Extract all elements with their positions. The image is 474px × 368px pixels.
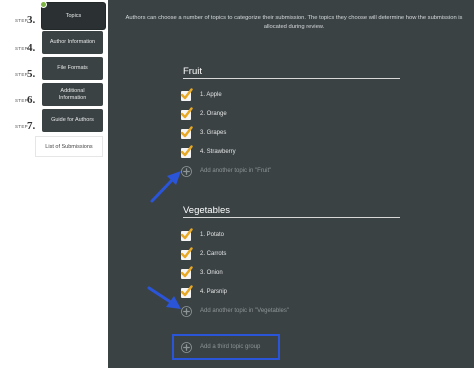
topic-label: 3. Grapes [200, 130, 227, 136]
topic-item[interactable]: 1. Apple [180, 88, 381, 104]
step-number: 5. [27, 68, 36, 80]
sidebar-step-guide-for-authors[interactable]: STEP 7. Guide for Authors [0, 109, 108, 133]
topic-item[interactable]: 3. Onion [180, 266, 381, 282]
annotation-arrow-icon [147, 286, 181, 309]
check-icon [180, 126, 193, 138]
checkbox[interactable] [180, 145, 193, 158]
topic-label: 3. Onion [200, 270, 223, 276]
topic-label: 4. Parsnip [200, 289, 228, 295]
group-divider [183, 78, 400, 79]
step-button-guide-for-authors[interactable]: Guide for Authors [42, 109, 103, 132]
topic-item[interactable]: 3. Grapes [180, 126, 381, 142]
add-topic-label: Add another topic in "Vegetables" [200, 308, 289, 314]
add-topic-fruit-button[interactable]: Add another topic in "Fruit" [181, 166, 401, 178]
check-icon [180, 107, 193, 119]
topic-label: 2. Carrots [200, 251, 227, 257]
step-word: STEP [15, 46, 28, 51]
step-number: 4. [27, 42, 36, 54]
check-icon [180, 266, 193, 278]
checkbox[interactable] [180, 107, 193, 120]
topics-panel: Authors can choose a number of topics to… [108, 0, 474, 368]
step-word: STEP [15, 124, 28, 129]
sidebar-step-additional-information[interactable]: STEP 6. Additional Information [0, 83, 108, 107]
checkbox[interactable] [180, 228, 193, 241]
topic-item[interactable]: 4. Parsnip [180, 285, 381, 301]
topic-item[interactable]: 2. Carrots [180, 247, 381, 263]
step-number: 6. [27, 94, 36, 106]
sidebar-step-file-formats[interactable]: STEP 5. File Formats [0, 57, 108, 81]
topic-item[interactable]: 1. Potato [180, 228, 381, 244]
checkbox[interactable] [180, 126, 193, 139]
check-icon [180, 145, 193, 157]
step-button-author-information[interactable]: Author Information [42, 31, 103, 54]
topic-item[interactable]: 4. Strawberry [180, 145, 381, 161]
plus-icon [181, 342, 192, 353]
topic-label: 1. Potato [200, 232, 225, 238]
step-word: STEP [15, 98, 28, 103]
intro-text: Authors can choose a number of topics to… [125, 15, 463, 30]
annotation-arrow-icon [150, 171, 181, 203]
checkbox[interactable] [180, 247, 193, 260]
step-button-additional-information[interactable]: Additional Information [42, 83, 103, 106]
step-button-topics[interactable]: Topics [42, 3, 105, 29]
add-topic-vegetables-button[interactable]: Add another topic in "Vegetables" [181, 306, 401, 318]
active-step-indicator [40, 1, 47, 8]
step-word: STEP [15, 72, 28, 77]
list-of-submissions-button[interactable]: List of Submissions [35, 136, 103, 157]
group-divider [183, 217, 400, 218]
step-button-file-formats[interactable]: File Formats [42, 57, 103, 80]
add-topic-label: Add another topic in "Fruit" [200, 168, 272, 174]
check-icon [180, 88, 193, 100]
group-title-fruit: Fruit [183, 66, 202, 77]
sidebar-step-author-information[interactable]: STEP 4. Author Information [0, 31, 108, 55]
check-icon [180, 247, 193, 259]
checkbox[interactable] [180, 266, 193, 279]
check-icon [180, 228, 193, 240]
group-title-vegetables: Vegetables [183, 205, 231, 216]
topic-label: 2. Orange [200, 111, 227, 117]
topic-label: 1. Apple [200, 92, 222, 98]
sidebar: STEP 3. Topics STEP 4. Author Informatio… [0, 0, 108, 368]
step-number: 7. [27, 120, 36, 132]
checkbox[interactable] [180, 88, 193, 101]
add-topic-group-button[interactable]: Add a third topic group [172, 334, 280, 360]
step-word: STEP [15, 18, 28, 23]
step-number: 3. [27, 14, 36, 26]
add-topic-group-label: Add a third topic group [200, 344, 261, 350]
page: STEP 3. Topics STEP 4. Author Informatio… [0, 0, 474, 368]
topic-item[interactable]: 2. Orange [180, 107, 381, 123]
topic-label: 4. Strawberry [200, 149, 236, 155]
sidebar-step-topics[interactable]: STEP 3. Topics [0, 1, 108, 29]
